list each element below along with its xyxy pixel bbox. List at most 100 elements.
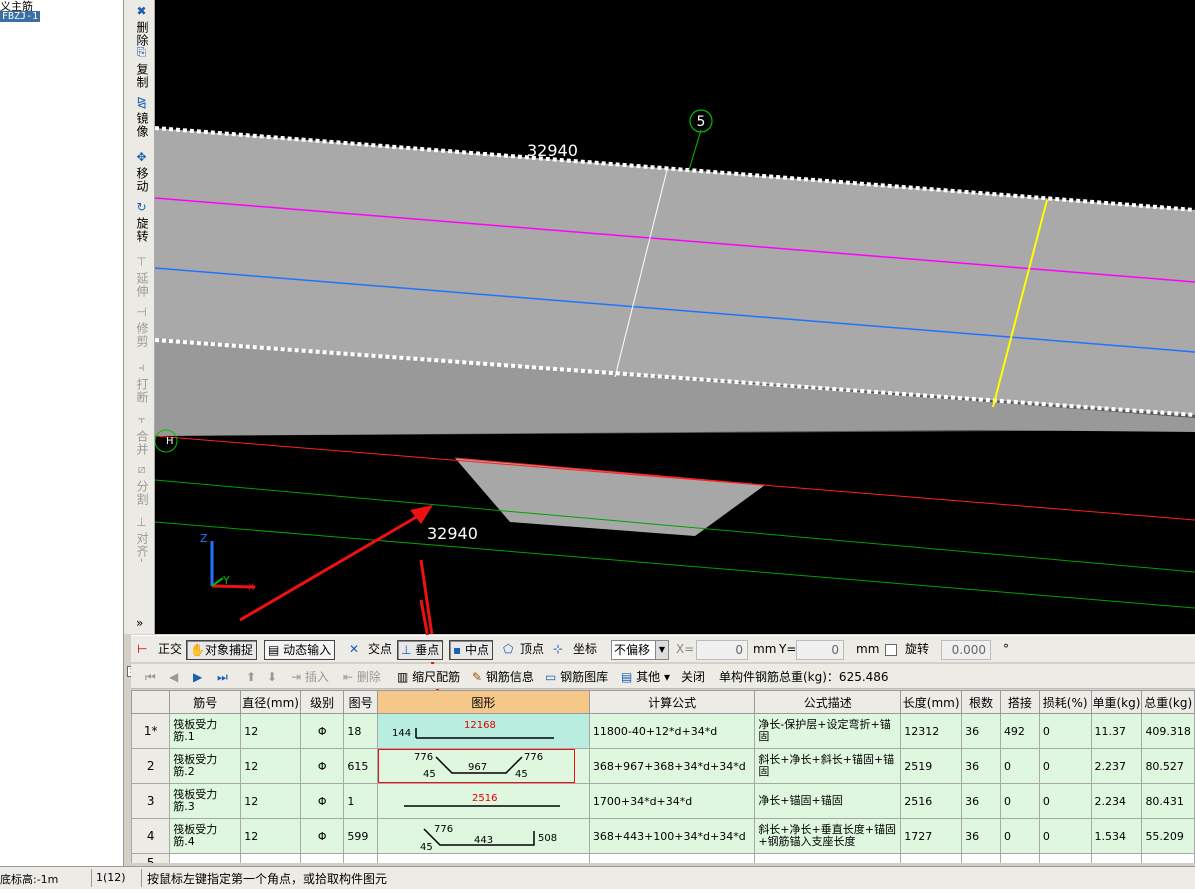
- loss-cell[interactable]: 0: [1038, 748, 1092, 784]
- header-description[interactable]: 公式描述: [754, 690, 902, 714]
- length-cell[interactable]: 2519: [900, 748, 963, 784]
- total-weight-cell[interactable]: 80.431: [1141, 783, 1195, 819]
- break-button[interactable]: ⫞ 打断: [127, 360, 151, 404]
- scale-rebar-button[interactable]: ▥ 缩尺配筋: [397, 668, 460, 686]
- move-up-icon[interactable]: ⬆: [246, 668, 256, 686]
- split-button[interactable]: ⧄ 分割: [127, 462, 151, 506]
- midpoint-button[interactable]: ▪ 中点: [449, 640, 493, 660]
- trim-button[interactable]: ⊣ 修剪: [127, 305, 151, 348]
- loss-cell[interactable]: [1038, 853, 1092, 863]
- bar-name-cell[interactable]: 筏板受力筋.2: [169, 748, 242, 784]
- formula-cell[interactable]: 368+967+368+34*d+34*d: [588, 748, 756, 784]
- formula-cell[interactable]: 1700+34*d+34*d: [588, 783, 756, 819]
- rebar-info-button[interactable]: ✎ 钢筋信息: [472, 668, 534, 686]
- prev-record-icon[interactable]: ◀: [169, 668, 178, 686]
- other-menu-button[interactable]: ▤ 其他 ▾: [621, 668, 670, 686]
- bar-name-cell[interactable]: 筏板受力筋.3: [169, 783, 242, 819]
- align-button[interactable]: ⊥ 对齐-: [127, 515, 151, 563]
- header-fig-no[interactable]: 图号: [343, 690, 378, 714]
- total-weight-cell[interactable]: 409.318: [1141, 713, 1195, 749]
- delete-row-button[interactable]: ⇤ 删除: [343, 668, 381, 686]
- total-weight-cell[interactable]: [1141, 853, 1195, 863]
- row-number[interactable]: 1*: [131, 713, 171, 749]
- rotate-input[interactable]: 0.000: [941, 640, 991, 660]
- perpendicular-button[interactable]: ⊥ 垂点: [397, 640, 444, 660]
- extend-button[interactable]: ⊤ 延伸: [127, 255, 151, 298]
- diameter-cell[interactable]: 12: [240, 818, 301, 854]
- loss-cell[interactable]: 0: [1038, 713, 1092, 749]
- fig-no-cell[interactable]: 615: [343, 748, 378, 784]
- grade-cell[interactable]: [299, 853, 345, 863]
- grade-cell[interactable]: Φ: [299, 713, 345, 749]
- shape-cell[interactable]: 144 12168: [376, 713, 590, 749]
- fig-no-cell[interactable]: 1: [343, 783, 378, 819]
- y-input[interactable]: 0: [796, 640, 844, 660]
- bar-name-cell[interactable]: 筏板受力筋.4: [169, 818, 242, 854]
- lap-cell[interactable]: 0: [999, 783, 1040, 819]
- fig-no-cell[interactable]: [343, 853, 378, 863]
- shape-cell[interactable]: [376, 853, 590, 863]
- header-bar-no[interactable]: 筋号: [169, 690, 242, 714]
- next-record-icon[interactable]: ▶: [193, 668, 202, 686]
- count-cell[interactable]: 36: [961, 783, 1001, 819]
- shape-cell[interactable]: 2516: [376, 783, 590, 819]
- header-loss[interactable]: 损耗(%): [1038, 690, 1092, 714]
- diameter-cell[interactable]: [240, 853, 301, 863]
- row-number[interactable]: 4: [131, 818, 171, 854]
- header-formula[interactable]: 计算公式: [588, 690, 756, 714]
- fig-no-cell[interactable]: 599: [343, 818, 378, 854]
- shape-cell[interactable]: 776 45 443 508: [376, 818, 590, 854]
- header-shape[interactable]: 图形: [376, 690, 590, 714]
- length-cell[interactable]: [900, 853, 963, 863]
- diameter-cell[interactable]: 12: [240, 783, 301, 819]
- unit-weight-cell[interactable]: 1.534: [1090, 818, 1143, 854]
- diameter-cell[interactable]: 12: [240, 748, 301, 784]
- lap-cell[interactable]: 0: [999, 748, 1040, 784]
- shape-cell[interactable]: 776 776 45 967 45: [376, 748, 590, 784]
- table-row[interactable]: 1* 筏板受力筋.1 12 Φ 18 144 12168 11800-40+12…: [131, 713, 1195, 749]
- rotate-button[interactable]: ↻ 旋转: [127, 200, 151, 243]
- move-down-icon[interactable]: ⬇: [267, 668, 277, 686]
- header-lap[interactable]: 搭接: [999, 690, 1040, 714]
- x-input[interactable]: 0: [696, 640, 748, 660]
- header-length[interactable]: 长度(mm): [900, 690, 963, 714]
- bar-name-cell[interactable]: 筏板受力筋.1: [169, 713, 242, 749]
- description-cell[interactable]: [754, 853, 902, 863]
- description-cell[interactable]: 斜长+净长+斜长+锚固+锚固: [754, 748, 902, 784]
- grade-cell[interactable]: Φ: [299, 818, 345, 854]
- count-cell[interactable]: 36: [961, 748, 1001, 784]
- length-cell[interactable]: 12312: [900, 713, 963, 749]
- insert-button[interactable]: ⇥ 插入: [291, 668, 329, 686]
- header-diameter[interactable]: 直径(mm): [240, 690, 301, 714]
- table-row[interactable]: 3 筏板受力筋.3 12 Φ 1 2516 1700+34*d+34*d 净长+…: [131, 783, 1195, 819]
- row-number[interactable]: 5: [131, 853, 171, 863]
- grade-cell[interactable]: Φ: [299, 783, 345, 819]
- unit-weight-cell[interactable]: 11.37: [1090, 713, 1143, 749]
- fig-no-cell[interactable]: 18: [343, 713, 378, 749]
- delete-button[interactable]: ✖ 删除: [127, 4, 151, 47]
- length-cell[interactable]: 2516: [900, 783, 963, 819]
- description-cell[interactable]: 斜长+净长+垂直长度+锚固+钢筋锚入支座长度: [754, 818, 902, 854]
- header-grade[interactable]: 级别: [299, 690, 345, 714]
- first-record-icon[interactable]: ⏮: [145, 668, 156, 686]
- offset-dropdown-icon[interactable]: ▼: [655, 641, 668, 659]
- lap-cell[interactable]: 0: [999, 818, 1040, 854]
- copy-button[interactable]: ⎘ 复制: [127, 45, 151, 89]
- more-tools-chevron-icon[interactable]: »: [136, 616, 143, 630]
- formula-cell[interactable]: 11800-40+12*d+34*d: [588, 713, 756, 749]
- drawing-viewport[interactable]: 5 32940 32940 H Z Y X: [155, 0, 1195, 634]
- lap-cell[interactable]: [999, 853, 1040, 863]
- move-button[interactable]: ✥ 移动: [127, 150, 151, 193]
- mirror-button[interactable]: ⧎ 镜像: [127, 95, 151, 138]
- unit-weight-cell[interactable]: 2.237: [1090, 748, 1143, 784]
- bar-name-cell[interactable]: [169, 853, 242, 863]
- loss-cell[interactable]: 0: [1038, 783, 1092, 819]
- header-count[interactable]: 根数: [961, 690, 1001, 714]
- formula-cell[interactable]: [588, 853, 756, 863]
- pit-face[interactable]: [455, 458, 765, 536]
- loss-cell[interactable]: 0: [1038, 818, 1092, 854]
- coordinate-button[interactable]: 坐标: [573, 640, 597, 658]
- count-cell[interactable]: [961, 853, 1001, 863]
- row-number[interactable]: 2: [131, 748, 171, 784]
- lap-cell[interactable]: 492: [999, 713, 1040, 749]
